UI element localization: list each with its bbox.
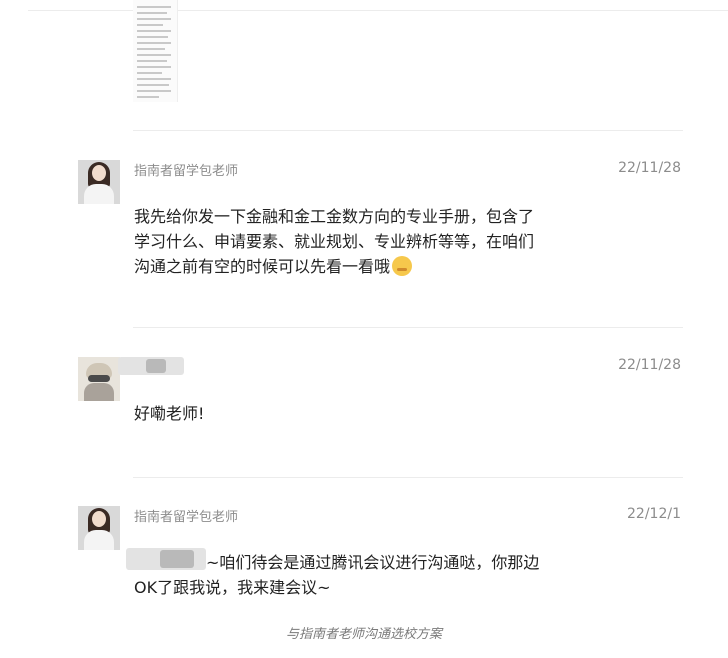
teacher-avatar[interactable]: [78, 160, 120, 204]
thinking-face-emoji: [392, 256, 413, 276]
redacted-name-detail: [146, 359, 166, 373]
message-line: OK了跟我说，我来建会议~: [134, 578, 331, 597]
message-line: 好嘞老师!: [134, 404, 205, 423]
sender-name: 指南者留学包老师: [134, 510, 239, 525]
sender-name: 指南者留学包老师: [134, 164, 239, 179]
message-divider: [133, 130, 683, 131]
teacher-avatar[interactable]: [78, 506, 120, 550]
message-date: 22/11/28: [618, 357, 681, 373]
message-line-text: 沟通之前有空的时候可以先看一看哦: [134, 257, 391, 276]
message-text: 好嘞老师!: [134, 401, 604, 426]
message-text: 我先给你发一下金融和金工金数方向的专业手册，包含了 学习什么、申请要素、就业规划…: [134, 204, 604, 279]
message-line: 学习什么、申请要素、就业规划、专业辨析等等，在咱们: [134, 232, 535, 251]
message-date: 22/11/28: [618, 160, 681, 176]
image-caption: 与指南者老师沟通选校方案: [285, 627, 442, 642]
document-thumbnail[interactable]: [133, 0, 178, 102]
message-divider: [133, 327, 683, 328]
message-line: 沟通之前有空的时候可以先看一看哦: [134, 254, 604, 279]
message-date: 22/12/1: [627, 506, 681, 522]
user-avatar[interactable]: [78, 357, 120, 401]
message-divider: [133, 477, 683, 478]
message-line: 我先给你发一下金融和金工金数方向的专业手册，包含了: [134, 207, 535, 226]
message-line: ~咱们待会是通过腾讯会议进行沟通哒，你那边: [206, 553, 540, 572]
message-text: ~咱们待会是通过腾讯会议进行沟通哒，你那边 OK了跟我说，我来建会议~: [134, 550, 604, 600]
